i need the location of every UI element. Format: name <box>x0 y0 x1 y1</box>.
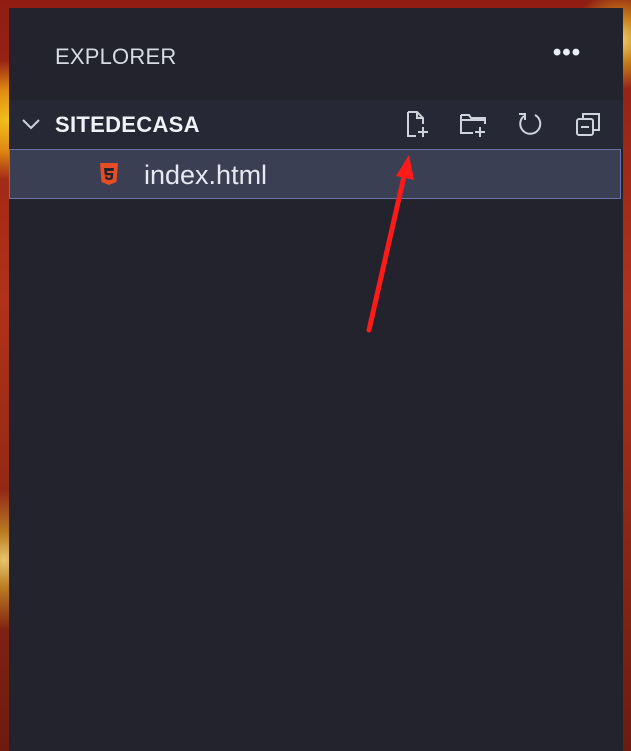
html5-file-icon <box>100 163 118 185</box>
chevron-down-icon[interactable] <box>19 112 43 136</box>
explorer-panel: EXPLORER ••• SITEDECASA index.html <box>9 8 623 751</box>
refresh-icon <box>519 113 542 135</box>
new-folder-button[interactable] <box>455 106 491 142</box>
new-file-button[interactable] <box>398 106 434 142</box>
explorer-header: EXPLORER ••• <box>9 8 623 98</box>
collapse-all-icon <box>576 113 600 136</box>
new-file-icon <box>407 111 428 137</box>
file-item[interactable]: index.html <box>9 149 621 199</box>
workspace-folder-header[interactable]: SITEDECASA <box>9 100 623 148</box>
workspace-folder-name: SITEDECASA <box>55 112 200 137</box>
explorer-title: EXPLORER <box>55 44 177 69</box>
new-folder-icon <box>460 114 486 137</box>
more-actions-button[interactable]: ••• <box>547 36 587 70</box>
refresh-button[interactable] <box>512 106 548 142</box>
collapse-all-button[interactable] <box>570 106 606 142</box>
file-name: index.html <box>144 160 268 190</box>
